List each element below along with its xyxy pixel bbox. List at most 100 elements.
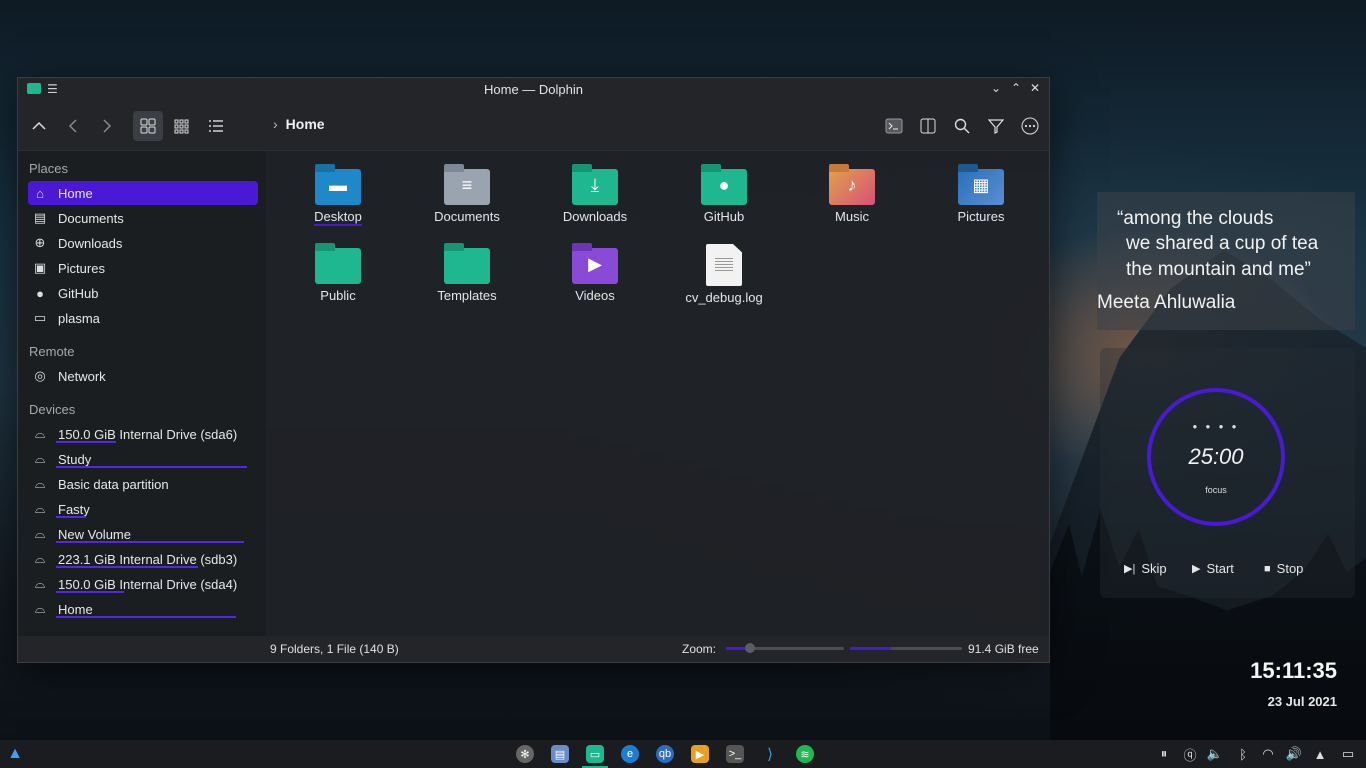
wifi-icon[interactable]: ◠	[1260, 746, 1276, 762]
vscode-icon[interactable]: ⟩	[761, 745, 779, 763]
places-panel: Places ⌂ Home ▤ Documents ⊕ Downloads ▣ Pict…	[18, 151, 266, 636]
sidebar-item-documents[interactable]: ▤ Documents	[28, 206, 258, 230]
drive-icon: ⌓	[34, 601, 46, 616]
app-launcher-icon[interactable]: ▲	[6, 745, 24, 763]
file-name: Templates	[437, 288, 497, 303]
remote-heading: Remote	[29, 344, 75, 359]
breadcrumb[interactable]: › Home	[273, 116, 325, 132]
list-icon	[209, 120, 223, 132]
zoom-label: Zoom:	[682, 642, 717, 656]
sidebar-item-label: GitHub	[58, 285, 99, 301]
drive-usage-bar	[56, 441, 116, 443]
spotify-icon[interactable]: ≋	[796, 745, 814, 763]
pause-icon[interactable]: ⏸	[1156, 746, 1172, 762]
sidebar-item-label: New Volume	[58, 526, 131, 542]
sidebar-item-home[interactable]: ⌂ Home	[28, 181, 258, 205]
sidebar-item-label: Study	[58, 451, 92, 467]
file-item[interactable]: ⤓ Downloads	[535, 164, 655, 224]
home-icon: ⌂	[36, 185, 44, 201]
split-view-button[interactable]	[913, 111, 943, 141]
bluetooth-icon[interactable]: ᛒ	[1235, 746, 1251, 762]
sidebar-item-downloads[interactable]: ⊕ Downloads	[28, 231, 258, 255]
sidebar-item-label: Documents	[58, 210, 124, 226]
titlebar[interactable]: ☰ Home — Dolphin ⌄ ⌃ ✕	[18, 78, 1049, 100]
minimize-button[interactable]: ⌄	[988, 81, 1004, 95]
icons-view-button[interactable]	[133, 111, 163, 141]
back-button[interactable]	[58, 111, 88, 141]
video-player-icon[interactable]: ▶	[691, 745, 709, 763]
stop-button[interactable]: ■ Stop	[1264, 561, 1303, 576]
search-button[interactable]	[947, 111, 977, 141]
quote-line: we shared a cup of tea	[1126, 233, 1319, 254]
file-view: ▬ Desktop ≡ Documents ⤓ Downloads ● GitH…	[266, 151, 1049, 636]
file-item[interactable]: ▦ Pictures	[921, 164, 1041, 224]
zoom-slider-handle[interactable]	[745, 643, 755, 653]
file-item[interactable]: ▶ Videos	[535, 243, 655, 303]
skip-icon: ▶|	[1124, 563, 1136, 575]
file-name: Music	[835, 209, 869, 224]
show-desktop-icon[interactable]: ▭	[1340, 746, 1356, 762]
maximize-button[interactable]: ⌃	[1008, 81, 1024, 95]
chevron-left-icon	[68, 119, 77, 133]
drive-icon: ⌓	[34, 476, 46, 491]
close-button[interactable]: ✕	[1027, 81, 1043, 95]
forward-button[interactable]	[92, 111, 122, 141]
qbittorrent-icon[interactable]: qb	[656, 745, 674, 763]
music-folder-icon: ♪	[829, 164, 875, 205]
notes-icon[interactable]: ▤	[551, 745, 569, 763]
go-up-button[interactable]	[24, 111, 54, 141]
drive-icon: ⌓	[34, 551, 46, 566]
skip-button[interactable]: ▶| Skip	[1124, 561, 1167, 576]
drive-icon: ⌓	[34, 526, 46, 541]
edge-browser-icon[interactable]: e	[621, 745, 639, 763]
devices-heading: Devices	[29, 402, 76, 417]
drive-icon: ⌓	[34, 451, 46, 466]
dolphin-icon[interactable]: ▭	[586, 745, 604, 763]
file-item[interactable]: ≡ Documents	[407, 164, 527, 224]
drive-usage-bar	[56, 566, 198, 568]
drive-usage-bar	[56, 591, 124, 593]
file-item[interactable]: ▬ Desktop	[278, 164, 398, 226]
compact-view-button[interactable]	[167, 111, 197, 141]
quote-author: Meeta Ahluwalia	[1097, 292, 1236, 313]
chevron-up-icon	[32, 121, 46, 130]
search-icon	[954, 118, 970, 134]
sidebar-item-label: Fasty	[58, 501, 90, 517]
free-space-label: 91.4 GiB free	[968, 642, 1039, 656]
pomodoro-widget: ● ● ● ● 25:00 focus ▶| Skip ▶ Start ■ Stop	[1100, 348, 1355, 598]
qbittorrent-tray-icon[interactable]: ⓠ	[1182, 746, 1198, 763]
file-item[interactable]: cv_debug.log	[664, 244, 784, 305]
volume-icon[interactable]: 🔈	[1207, 746, 1223, 762]
zoom-slider[interactable]	[726, 643, 844, 653]
file-item[interactable]: ● GitHub	[664, 164, 784, 224]
terminal-button[interactable]	[879, 111, 909, 141]
file-item[interactable]: Public	[278, 243, 398, 303]
file-item[interactable]: Templates	[407, 243, 527, 303]
settings-icon[interactable]: ✻	[516, 745, 534, 763]
terminal-icon[interactable]: >_	[726, 745, 744, 763]
sidebar-item-label: plasma	[58, 310, 100, 326]
sidebar-item-label: Pictures	[58, 260, 105, 276]
sidebar-item-github[interactable]: ● GitHub	[28, 281, 258, 305]
filter-button[interactable]	[981, 111, 1011, 141]
play-icon: ▶	[1192, 563, 1201, 575]
tray-expand-icon[interactable]: ▲	[1312, 746, 1328, 762]
breadcrumb-home[interactable]: Home	[286, 116, 325, 132]
sidebar-item-plasma[interactable]: ▭ plasma	[28, 306, 258, 330]
sidebar-item-label: 150.0 GiB Internal Drive (sda4)	[58, 576, 238, 592]
more-options-button[interactable]	[1015, 111, 1045, 141]
file-name: Pictures	[957, 209, 1005, 224]
file-name: Downloads	[562, 209, 628, 224]
file-name: Public	[320, 288, 356, 303]
file-item[interactable]: ♪ Music	[792, 164, 912, 224]
start-button[interactable]: ▶ Start	[1192, 561, 1234, 576]
sidebar-item-network[interactable]: ◎ Network	[28, 364, 258, 388]
details-view-button[interactable]	[201, 111, 231, 141]
desktop-folder-icon: ▬	[315, 164, 361, 205]
sidebar-item-pictures[interactable]: ▣ Pictures	[28, 256, 258, 280]
drive-usage-bar	[56, 516, 86, 518]
sidebar-item-device[interactable]: ⌓ Basic data partition	[28, 472, 258, 496]
speaker-icon[interactable]: 🔊	[1286, 746, 1302, 762]
stop-label: Stop	[1276, 561, 1304, 576]
stop-icon: ■	[1264, 562, 1271, 575]
